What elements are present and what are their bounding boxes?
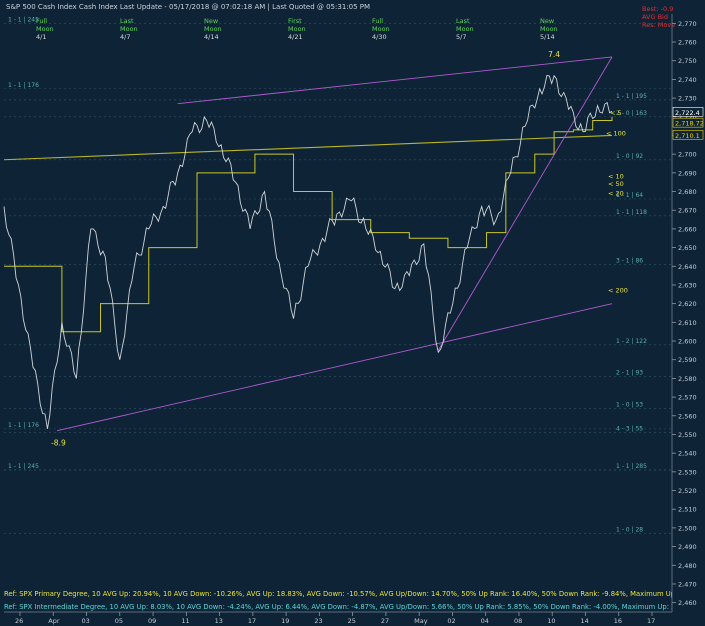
x-tick-label: 04 bbox=[481, 617, 489, 625]
x-tick-label: 08 bbox=[514, 617, 522, 625]
y-tick-label: 2,770 bbox=[678, 20, 697, 28]
x-tick-label: 10 bbox=[547, 617, 555, 625]
y-tick-label: 2,760 bbox=[678, 39, 697, 47]
y-tick-label: 2,680 bbox=[678, 188, 697, 196]
x-tick-label: 03 bbox=[82, 617, 90, 625]
x-tick-label: 19 bbox=[281, 617, 289, 625]
y-tick-label: 2,480 bbox=[678, 562, 697, 570]
level-label: 4 - 3 | 55 bbox=[616, 426, 643, 433]
y-tick-label: 2,550 bbox=[678, 431, 697, 439]
price-tag-label: 2,710.1 bbox=[675, 132, 700, 140]
chart-window: { "header": { "title": "S&P 500 Cash Ind… bbox=[0, 0, 705, 626]
level-label: 2 - 1 | 93 bbox=[616, 370, 643, 377]
level-label: 1 - 1 | 245 bbox=[8, 463, 39, 470]
x-tick-label: 14 bbox=[580, 617, 588, 625]
level-label: 1 - 1 | 118 bbox=[616, 209, 647, 216]
price-line bbox=[3, 74, 613, 429]
y-tick-label: 2,500 bbox=[678, 524, 697, 532]
level-label: 1 - 1 | 176 bbox=[8, 422, 39, 429]
y-tick-label: 2,670 bbox=[678, 207, 697, 215]
y-tick-label: 2,660 bbox=[678, 225, 697, 233]
level-label: 1 - 0 | 92 bbox=[616, 153, 643, 160]
level-label: 1 - 1 | 176 bbox=[8, 82, 39, 89]
y-tick-label: 2,740 bbox=[678, 76, 697, 84]
x-tick-label: 17 bbox=[647, 617, 655, 625]
x-tick-label: Apr bbox=[48, 617, 60, 625]
x-tick-label: 25 bbox=[348, 617, 356, 625]
level-label: 1 - 2 | 122 bbox=[616, 338, 647, 345]
ma-label-50: < 50 bbox=[608, 180, 624, 188]
y-tick-label: 2,570 bbox=[678, 394, 697, 402]
y-tick-label: 2,530 bbox=[678, 468, 697, 476]
y-tick-label: 2,640 bbox=[678, 263, 697, 271]
ma-label-100: < 100 bbox=[606, 130, 626, 138]
y-tick-label: 2,540 bbox=[678, 450, 697, 458]
x-tick-label: 16 bbox=[614, 617, 622, 625]
y-tick-label: 2,520 bbox=[678, 487, 697, 495]
trend-line-upper bbox=[177, 56, 613, 105]
level-label: 1 - 1 | 195 bbox=[616, 93, 647, 100]
x-tick-label: 11 bbox=[181, 617, 189, 625]
x-tick-label: 23 bbox=[314, 617, 322, 625]
level-label: 1 - 1 | 285 bbox=[616, 463, 647, 470]
y-tick-label: 2,620 bbox=[678, 300, 697, 308]
price-chart: 1 - 1 | 2451 - 1 | 1761 - 1 | 1952 - 0 |… bbox=[3, 14, 704, 625]
x-tick-label: 05 bbox=[115, 617, 123, 625]
x-tick-label: 17 bbox=[248, 617, 256, 625]
x-tick-label: 13 bbox=[215, 617, 223, 625]
x-tick-label: May bbox=[414, 617, 428, 625]
ma-label-200: < 200 bbox=[608, 287, 628, 295]
y-tick-label: 2,460 bbox=[678, 599, 697, 607]
y-tick-label: 2,700 bbox=[678, 151, 697, 159]
ref-intermediate-degree: Ref: SPX Intermediate Degree, 10 AVG Up:… bbox=[4, 603, 672, 611]
x-tick-label: 26 bbox=[15, 617, 23, 625]
level-label: 1 - 0 | 53 bbox=[616, 401, 643, 408]
y-tick-label: 2,650 bbox=[678, 244, 697, 252]
price-tag-label: 2,718.72 bbox=[675, 120, 704, 128]
x-tick-label: 27 bbox=[381, 617, 389, 625]
x-tick-label: 09 bbox=[148, 617, 156, 625]
y-tick-label: 2,580 bbox=[678, 375, 697, 383]
level-label: 1 - 0 | 28 bbox=[616, 527, 643, 534]
y-tick-label: 2,490 bbox=[678, 543, 697, 551]
y-tick-label: 2,590 bbox=[678, 356, 697, 364]
ref-primary-degree: Ref: SPX Primary Degree, 10 AVG Up: 20.9… bbox=[4, 590, 672, 598]
annotation-label: 7.4 bbox=[548, 50, 560, 59]
trend-line-support bbox=[437, 56, 613, 351]
level-label: 1 - 1 | 245 bbox=[8, 16, 39, 23]
y-tick-label: 2,610 bbox=[678, 319, 697, 327]
y-tick-label: 2,470 bbox=[678, 580, 697, 588]
ma-label-20: < 20 bbox=[608, 189, 624, 197]
ma-label-5: < 5 bbox=[610, 109, 622, 117]
level-label: 3 - 1 | 86 bbox=[616, 257, 643, 264]
y-tick-label: 2,750 bbox=[678, 57, 697, 65]
price-tag-label: 2,722.4 bbox=[675, 109, 700, 117]
ma-step-line bbox=[4, 116, 613, 333]
y-tick-label: 2,600 bbox=[678, 338, 697, 346]
y-tick-label: 2,560 bbox=[678, 412, 697, 420]
x-tick-label: 02 bbox=[447, 617, 455, 625]
trend-line-lower bbox=[56, 303, 613, 432]
y-tick-label: 2,690 bbox=[678, 169, 697, 177]
y-tick-label: 2,630 bbox=[678, 281, 697, 289]
y-tick-label: 2,510 bbox=[678, 506, 697, 514]
annotation-label: -8.9 bbox=[51, 439, 66, 448]
y-tick-label: 2,730 bbox=[678, 95, 697, 103]
